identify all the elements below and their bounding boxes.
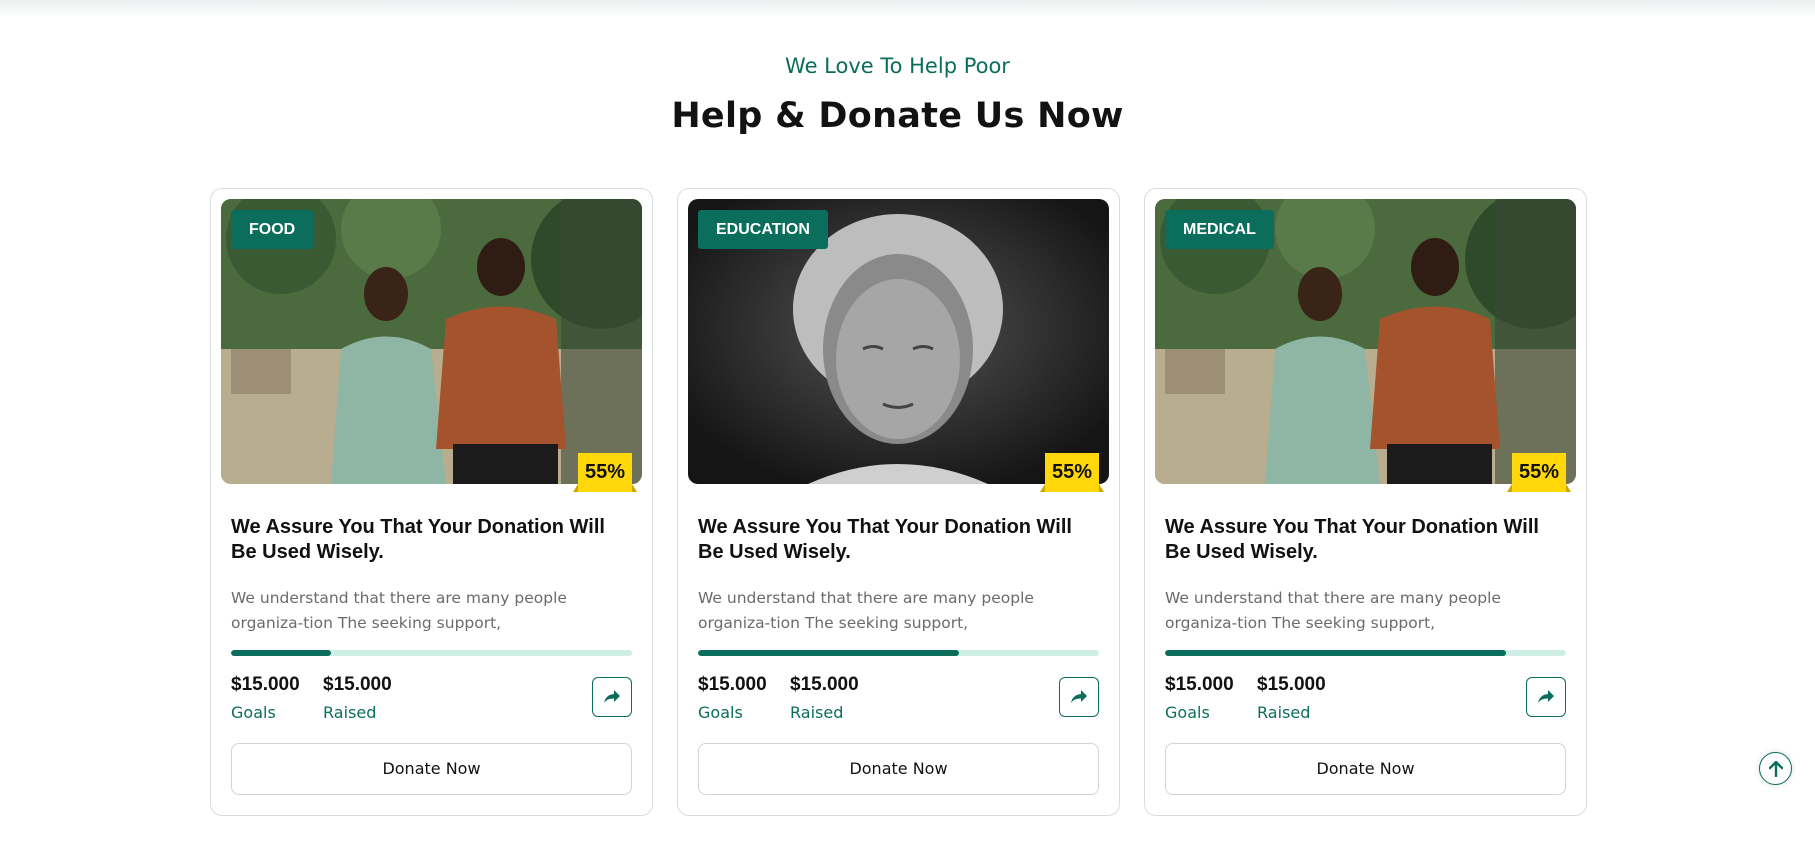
header-shadow xyxy=(0,0,1815,18)
card-description: We understand that there are many people… xyxy=(231,589,567,632)
donation-cards: FOOD 55% We Assure You That Your Donatio… xyxy=(210,188,1587,816)
category-tag: FOOD xyxy=(231,210,314,249)
goals-stat: $15.000 Goals xyxy=(231,673,300,722)
goals-stat: $15.000 Goals xyxy=(1165,673,1234,722)
raised-label: Raised xyxy=(790,703,844,722)
arrow-up-icon xyxy=(1768,760,1783,777)
scroll-to-top-button[interactable] xyxy=(1759,752,1792,785)
section-title: Help & Donate Us Now xyxy=(671,96,1124,136)
progress-fill xyxy=(231,650,332,656)
percent-badge: 55% xyxy=(573,453,637,492)
share-button[interactable] xyxy=(1059,677,1099,717)
donation-card: EDUCATION 55% We Assure You That Your Do… xyxy=(677,188,1120,816)
goals-label: Goals xyxy=(1165,703,1210,722)
progress-bar xyxy=(1165,650,1566,656)
section-subtitle: We Love To Help Poor xyxy=(785,54,1010,78)
raised-value: $15.000 xyxy=(323,674,392,695)
donate-now-button[interactable]: Donate Now xyxy=(231,743,632,795)
donation-card: FOOD 55% We Assure You That Your Donatio… xyxy=(210,188,653,816)
raised-stat: $15.000 Raised xyxy=(323,673,392,722)
share-arrow-icon xyxy=(604,690,620,703)
progress-bar xyxy=(231,650,632,656)
category-tag: MEDICAL xyxy=(1165,210,1274,249)
percent-badge: 55% xyxy=(1507,453,1571,492)
card-description: We understand that there are many people… xyxy=(1165,589,1501,632)
goals-stat: $15.000 Goals xyxy=(698,673,767,722)
card-title[interactable]: We Assure You That Your Donation Will Be… xyxy=(1165,515,1565,565)
donation-card: MEDICAL 55% We Assure You That Your Dona… xyxy=(1144,188,1587,816)
goals-label: Goals xyxy=(231,703,276,722)
raised-value: $15.000 xyxy=(790,674,859,695)
goals-value: $15.000 xyxy=(231,674,300,695)
progress-fill xyxy=(1165,650,1506,656)
progress-bar xyxy=(698,650,1099,656)
raised-label: Raised xyxy=(323,703,377,722)
raised-label: Raised xyxy=(1257,703,1311,722)
card-title[interactable]: We Assure You That Your Donation Will Be… xyxy=(231,515,631,565)
goals-value: $15.000 xyxy=(698,674,767,695)
card-title[interactable]: We Assure You That Your Donation Will Be… xyxy=(698,515,1098,565)
donate-now-button[interactable]: Donate Now xyxy=(698,743,1099,795)
card-description: We understand that there are many people… xyxy=(698,589,1034,632)
goals-value: $15.000 xyxy=(1165,674,1234,695)
raised-stat: $15.000 Raised xyxy=(1257,673,1326,722)
share-button[interactable] xyxy=(1526,677,1566,717)
raised-value: $15.000 xyxy=(1257,674,1326,695)
share-arrow-icon xyxy=(1538,690,1554,703)
raised-stat: $15.000 Raised xyxy=(790,673,859,722)
donate-now-button[interactable]: Donate Now xyxy=(1165,743,1566,795)
goals-label: Goals xyxy=(698,703,743,722)
percent-badge: 55% xyxy=(1040,453,1104,492)
progress-fill xyxy=(698,650,959,656)
category-tag: EDUCATION xyxy=(698,210,828,249)
share-button[interactable] xyxy=(592,677,632,717)
share-arrow-icon xyxy=(1071,690,1087,703)
